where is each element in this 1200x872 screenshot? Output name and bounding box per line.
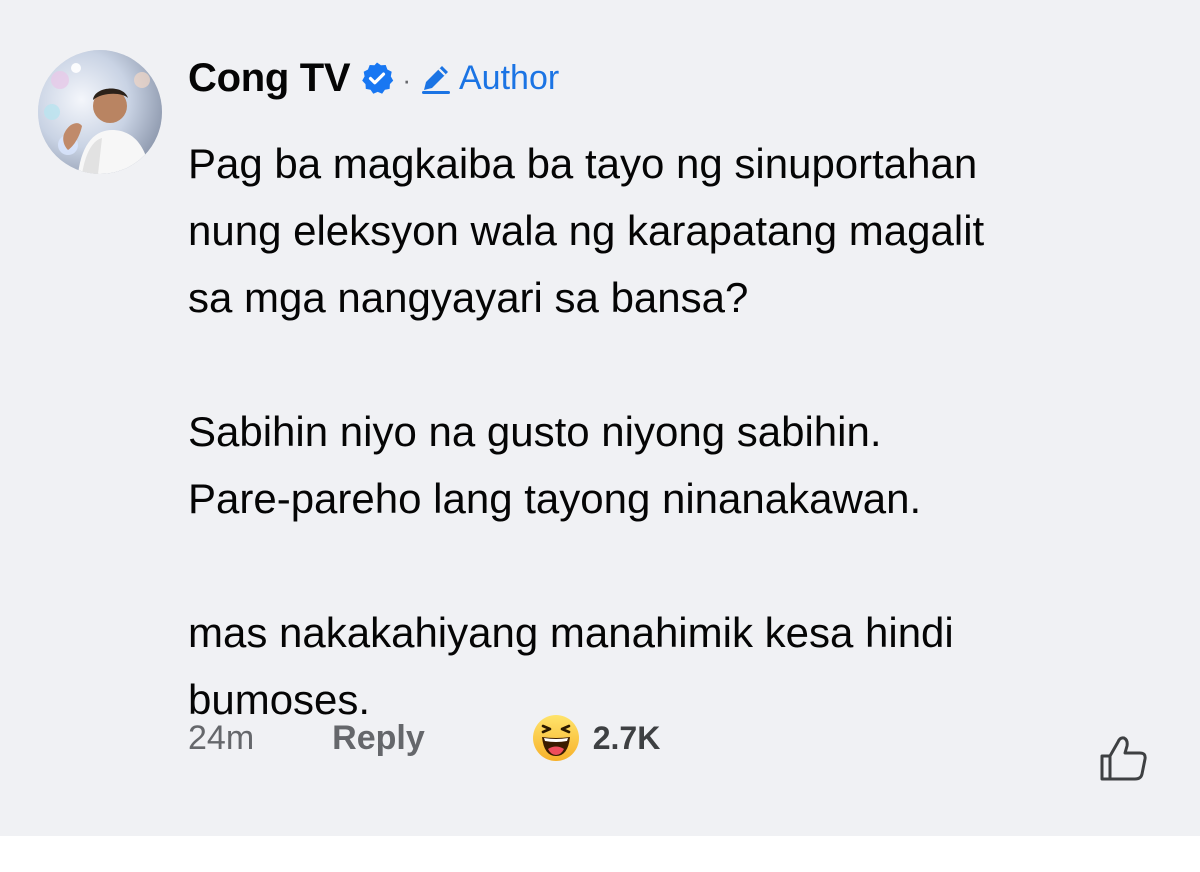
avatar[interactable] [38, 50, 162, 174]
comment-line: Sabihin niyo na gusto niyong sabihin. [188, 408, 882, 455]
reaction-summary[interactable]: 2.7K [531, 713, 661, 763]
comment-line: Pare-pareho lang tayong ninanakawan. [188, 475, 922, 522]
reply-button[interactable]: Reply [332, 719, 425, 758]
comment-line: mas nakakahiyang manahimik kesa hindi [188, 609, 954, 656]
comment-paragraph: Pag ba magkaiba ba tayo ng sinuportahan … [188, 130, 1168, 331]
comment-line: Pag ba magkaiba ba tayo ng sinuportahan [188, 140, 978, 187]
comment-body: Pag ba magkaiba ba tayo ng sinuportahan … [188, 130, 1168, 733]
comment-header: Cong TV · Author [188, 52, 559, 104]
author-badge-label: Author [459, 58, 560, 97]
comment-paragraph: Sabihin niyo na gusto niyong sabihin. Pa… [188, 398, 1168, 532]
pencil-icon [417, 59, 455, 97]
comment-line: sa mga nangyayari sa bansa? [188, 274, 749, 321]
haha-emoji-icon [531, 713, 581, 763]
reaction-count: 2.7K [592, 719, 661, 756]
comment-timestamp[interactable]: 24m [188, 719, 254, 758]
comment-actions: 24m Reply 2.7K [188, 708, 660, 768]
comment-card: Cong TV · Author Pag ba magkaiba ba tayo… [0, 0, 1200, 836]
like-button[interactable] [1098, 734, 1150, 782]
comment-line: nung eleksyon wala ng karapatang magalit [188, 207, 985, 254]
separator-dot: · [402, 64, 411, 95]
verified-badge-icon [360, 61, 394, 95]
thumbs-up-icon [1098, 734, 1150, 782]
author-name[interactable]: Cong TV [188, 56, 351, 101]
